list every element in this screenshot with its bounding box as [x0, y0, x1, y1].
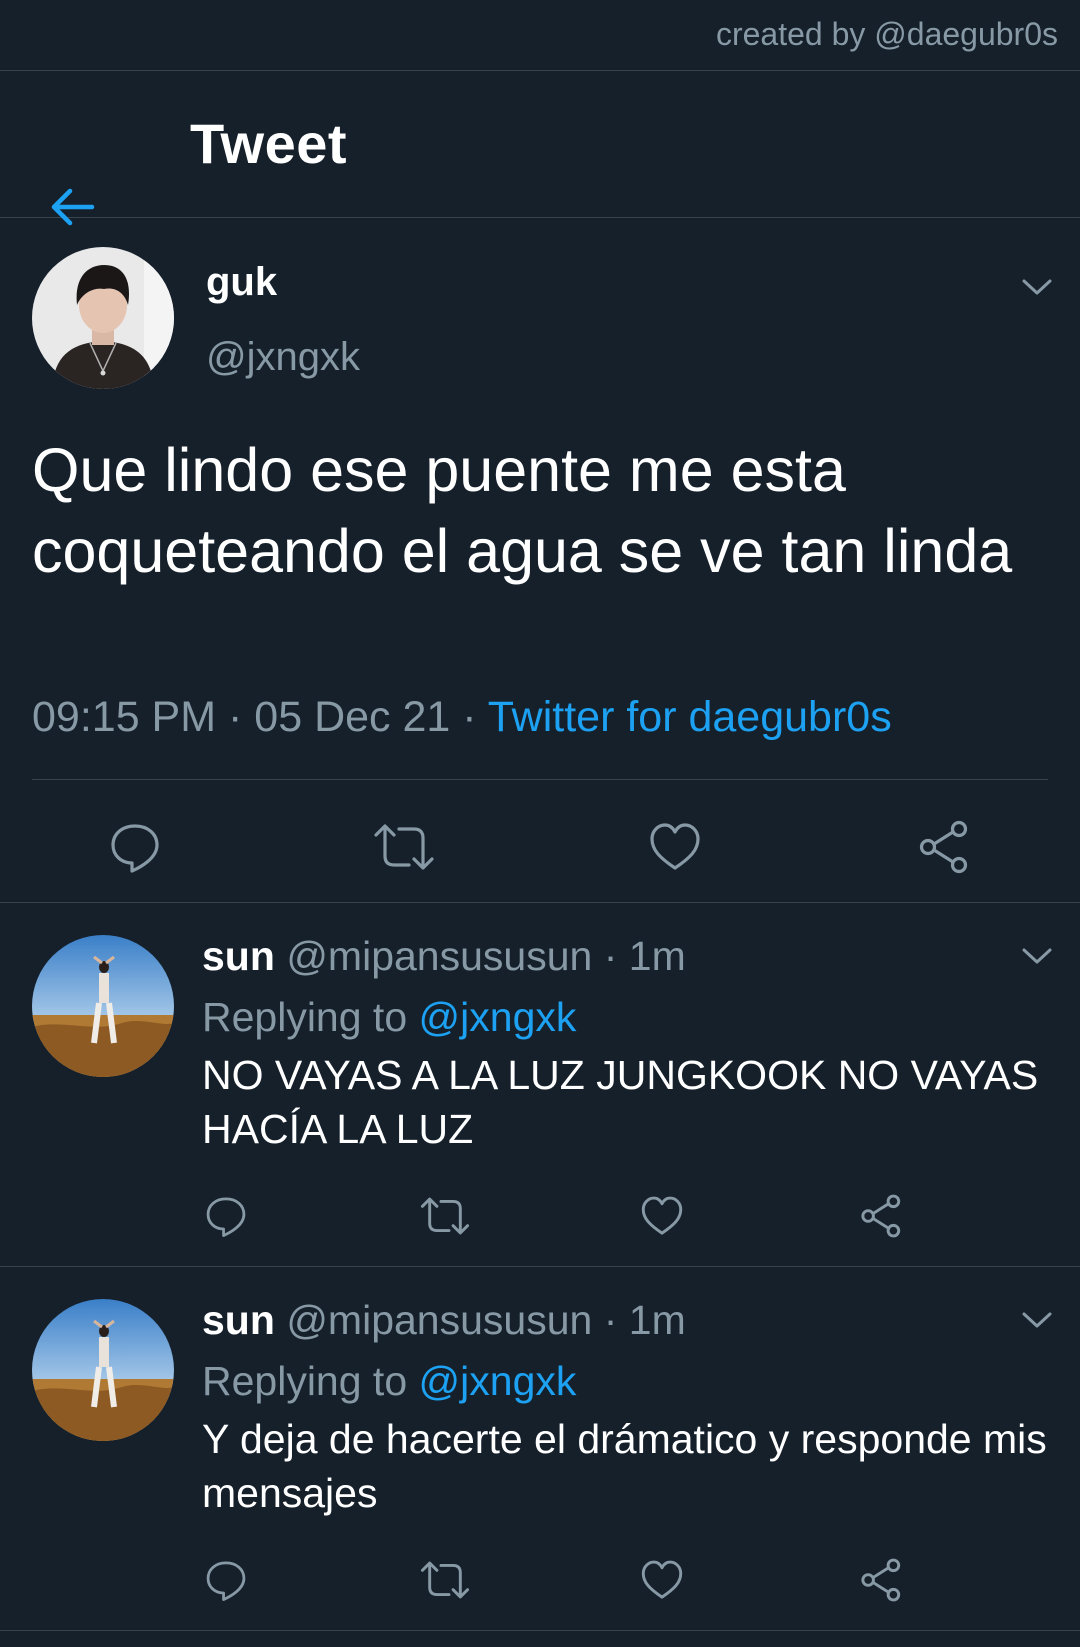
credit-bar: created by @daegubr0s: [0, 0, 1080, 71]
like-icon[interactable]: [640, 1558, 684, 1602]
reply-time: 1m: [628, 933, 686, 979]
retweet-icon[interactable]: [420, 1558, 470, 1602]
profile-photo: [32, 935, 174, 1077]
chevron-down-icon[interactable]: [1020, 276, 1054, 298]
replying-to: Replying to @jxngxk: [202, 994, 576, 1041]
chevron-down-icon[interactable]: [1020, 945, 1054, 967]
reply-text: NO VAYAS A LA LUZ JUNGKOOK NO VAYAS HACÍ…: [202, 1052, 1039, 1152]
profile-photo: [32, 1299, 174, 1441]
tweet-meta: 09:15 PM · 05 Dec 21 · Twitter for daegu…: [32, 693, 892, 742]
replying-to: Replying to @jxngxk: [202, 1358, 576, 1405]
retweet-icon[interactable]: [373, 820, 435, 874]
share-icon[interactable]: [860, 1558, 904, 1602]
reply-tweet[interactable]: sun @mipansususun · 1m Replying to @jxng…: [0, 903, 1080, 1267]
replying-to-link[interactable]: @jxngxk: [419, 994, 577, 1040]
reply-text: Y deja de hacerte el drámatico y respond…: [202, 1416, 1047, 1516]
reply-header: sun @mipansususun · 1m: [202, 933, 686, 980]
page-title: Tweet: [190, 112, 348, 175]
meta-separator: ·: [603, 1297, 618, 1343]
display-name[interactable]: guk: [206, 260, 277, 305]
chevron-down-icon[interactable]: [1020, 1309, 1054, 1331]
page-header: Tweet: [0, 71, 1080, 226]
reply-time: 1m: [628, 1297, 686, 1343]
main-tweet: guk @jxngxk Que lindo ese puente me esta…: [0, 218, 1080, 903]
divider: [32, 779, 1048, 780]
credit-text: created by @daegubr0s: [715, 16, 1058, 52]
reply-icon[interactable]: [108, 820, 162, 874]
like-icon[interactable]: [648, 820, 702, 874]
reply-icon[interactable]: [204, 1558, 248, 1602]
tweet-date: 05 Dec 21: [254, 693, 451, 741]
tweet-text: Que lindo ese puente me esta coqueteando…: [32, 436, 1013, 585]
reply-tweet[interactable]: sun @mipansususun · 1m Replying to @jxng…: [0, 1267, 1080, 1631]
handle[interactable]: @jxngxk: [206, 335, 360, 380]
profile-photo: [32, 247, 174, 389]
replying-prefix: Replying to: [202, 1358, 408, 1404]
meta-separator: ·: [228, 693, 243, 741]
share-icon[interactable]: [860, 1194, 904, 1238]
replying-to-link[interactable]: @jxngxk: [419, 1358, 577, 1404]
handle[interactable]: @mipansususun: [286, 933, 592, 979]
avatar[interactable]: [32, 1299, 174, 1441]
display-name[interactable]: sun: [202, 1297, 275, 1343]
retweet-icon[interactable]: [420, 1194, 470, 1238]
tweet-time: 09:15 PM: [32, 693, 217, 741]
tweet-source-link[interactable]: Twitter for daegubr0s: [488, 693, 892, 741]
reply-icon[interactable]: [204, 1194, 248, 1238]
avatar[interactable]: [32, 935, 174, 1077]
handle[interactable]: @mipansususun: [286, 1297, 592, 1343]
reply-header: sun @mipansususun · 1m: [202, 1297, 686, 1344]
meta-separator: ·: [603, 933, 618, 979]
replying-prefix: Replying to: [202, 994, 408, 1040]
like-icon[interactable]: [640, 1194, 684, 1238]
avatar[interactable]: [32, 247, 174, 389]
display-name[interactable]: sun: [202, 933, 275, 979]
meta-separator: ·: [462, 693, 477, 741]
share-icon[interactable]: [918, 820, 972, 874]
